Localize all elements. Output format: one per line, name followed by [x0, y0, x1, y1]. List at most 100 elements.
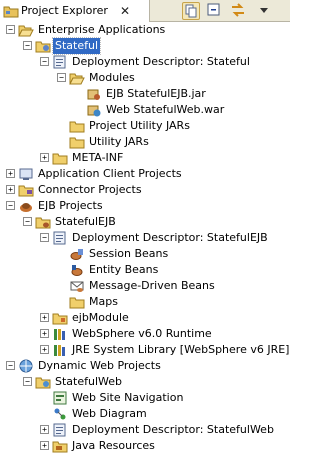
project-explorer-tab[interactable]: Project Explorer ✕: [0, 0, 150, 22]
tree-item[interactable]: Project Utility JARs: [0, 118, 290, 134]
collapse-toggle[interactable]: −: [6, 201, 15, 210]
tree-item-label[interactable]: META-INF: [70, 150, 125, 166]
collapse-toggle[interactable]: −: [23, 217, 32, 226]
ejb-jar-icon: [86, 86, 102, 102]
tree-item[interactable]: + Java Resources: [0, 438, 290, 453]
expand-toggle[interactable]: +: [40, 153, 49, 162]
collapse-toggle[interactable]: −: [40, 233, 49, 242]
tree-item[interactable]: Message-Driven Beans: [0, 278, 290, 294]
view-title: Project Explorer: [21, 4, 108, 17]
ejb-project-icon: [35, 214, 51, 230]
tree-item-label[interactable]: Web Site Navigation: [70, 390, 185, 406]
app-client-icon: [18, 166, 34, 182]
project-tree: − Enterprise Applications − Stateful − Deploy…: [0, 22, 290, 453]
ear-project-icon: [35, 38, 51, 54]
library-icon: [52, 326, 68, 342]
tree-item[interactable]: + ejbModule: [0, 310, 290, 326]
tree-item[interactable]: Web StatefulWeb.war: [0, 102, 290, 118]
tree-item-label[interactable]: Project Utility JARs: [87, 118, 192, 134]
collapse-toggle[interactable]: −: [57, 73, 66, 82]
tree-item[interactable]: − Dynamic Web Projects: [0, 358, 290, 374]
folder-icon: [52, 150, 68, 166]
tree-item-label[interactable]: EJB StatefulEJB.jar: [104, 86, 208, 102]
web-project-icon: [35, 374, 51, 390]
session-bean-icon: [69, 246, 85, 262]
expand-toggle[interactable]: +: [40, 329, 49, 338]
tree-item[interactable]: Web Site Navigation: [0, 390, 290, 406]
tree-item[interactable]: − Enterprise Applications: [0, 22, 290, 38]
mdb-icon: [69, 278, 85, 294]
tree-item-label[interactable]: EJB Projects: [36, 198, 105, 214]
collapse-toggle[interactable]: −: [23, 377, 32, 386]
collapse-all-icon[interactable]: [206, 2, 224, 20]
tree-item[interactable]: + WebSphere v6.0 Runtime: [0, 326, 290, 342]
tree-item[interactable]: Web Diagram: [0, 406, 290, 422]
tree-item-label[interactable]: Enterprise Applications: [36, 22, 167, 38]
tree-item[interactable]: + JRE System Library [WebSphere v6 JRE]: [0, 342, 290, 358]
tree-item[interactable]: Session Beans: [0, 246, 290, 262]
tree-item[interactable]: Maps: [0, 294, 290, 310]
tree-item[interactable]: − StatefulWeb: [0, 374, 290, 390]
collapse-toggle[interactable]: −: [40, 57, 49, 66]
tree-item-label[interactable]: Deployment Descriptor: Stateful: [70, 54, 252, 70]
collapse-toggle[interactable]: −: [23, 41, 32, 50]
connector-icon: [18, 182, 34, 198]
expand-toggle[interactable]: +: [40, 441, 49, 450]
expand-toggle[interactable]: +: [6, 169, 15, 178]
tree-item-label[interactable]: Connector Projects: [36, 182, 144, 198]
tree-item-label[interactable]: StatefulWeb: [53, 374, 124, 390]
tree-item[interactable]: + META-INF: [0, 150, 290, 166]
tree-item-label[interactable]: Deployment Descriptor: StatefulWeb: [70, 422, 276, 438]
expand-toggle[interactable]: +: [6, 185, 15, 194]
tree-item-label[interactable]: Application Client Projects: [36, 166, 184, 182]
tree-item[interactable]: EJB StatefulEJB.jar: [0, 86, 290, 102]
tree-item-label[interactable]: StatefulEJB: [53, 214, 118, 230]
tree-item-label[interactable]: Utility JARs: [87, 134, 151, 150]
project-explorer-icon: [3, 4, 19, 18]
tree-item[interactable]: + Application Client Projects: [0, 166, 290, 182]
tree-item-label[interactable]: Stateful: [51, 37, 102, 55]
entity-bean-icon: [69, 262, 85, 278]
tree-item[interactable]: − Deployment Descriptor: StatefulEJB: [0, 230, 290, 246]
tree-item[interactable]: − Stateful: [0, 37, 290, 55]
java-resources-icon: [52, 438, 68, 453]
tree-item[interactable]: − Modules: [0, 70, 290, 86]
folder-icon: [69, 294, 85, 310]
tree-item[interactable]: − Deployment Descriptor: Stateful: [0, 54, 290, 70]
tree-item[interactable]: + Connector Projects: [0, 182, 290, 198]
expand-toggle[interactable]: +: [40, 313, 49, 322]
tree-item-label[interactable]: WebSphere v6.0 Runtime: [70, 326, 214, 342]
collapse-toggle[interactable]: −: [6, 361, 15, 370]
tree-item-label[interactable]: Modules: [87, 70, 137, 86]
view-menu-icon[interactable]: [256, 2, 274, 20]
tree-item-label[interactable]: Web Diagram: [70, 406, 149, 422]
dynamic-web-icon: [18, 358, 34, 374]
ejb-projects-icon: [18, 198, 34, 214]
tree-item-label[interactable]: Maps: [87, 294, 120, 310]
tree-item-label[interactable]: Java Resources: [70, 438, 157, 453]
tree-item[interactable]: Entity Beans: [0, 262, 290, 278]
ejb-module-icon: [52, 310, 68, 326]
tree-item-label[interactable]: JRE System Library [WebSphere v6 JRE]: [70, 342, 290, 358]
tree-item-label[interactable]: Entity Beans: [87, 262, 160, 278]
site-navigation-icon: [52, 390, 68, 406]
folder-open-icon: [69, 70, 85, 86]
tree-item-label[interactable]: Deployment Descriptor: StatefulEJB: [70, 230, 270, 246]
tree-item-label[interactable]: Session Beans: [87, 246, 170, 262]
deployment-descriptor-icon: [52, 54, 68, 70]
tree-item-label[interactable]: Dynamic Web Projects: [36, 358, 163, 374]
tree-item[interactable]: + Deployment Descriptor: StatefulWeb: [0, 422, 290, 438]
collapse-toggle[interactable]: −: [6, 25, 15, 34]
expand-toggle[interactable]: +: [40, 425, 49, 434]
tree-item-label[interactable]: Web StatefulWeb.war: [104, 102, 226, 118]
tree-item[interactable]: − StatefulEJB: [0, 214, 290, 230]
tree-item[interactable]: − EJB Projects: [0, 198, 290, 214]
expand-toggle[interactable]: +: [40, 345, 49, 354]
tree-item-label[interactable]: Message-Driven Beans: [87, 278, 217, 294]
view-header: Project Explorer ✕: [0, 0, 290, 22]
link-editor-icon[interactable]: [182, 2, 200, 20]
tree-item[interactable]: Utility JARs: [0, 134, 290, 150]
tree-item-label[interactable]: ejbModule: [70, 310, 131, 326]
close-icon[interactable]: ✕: [120, 4, 130, 18]
sync-icon[interactable]: [230, 2, 248, 20]
